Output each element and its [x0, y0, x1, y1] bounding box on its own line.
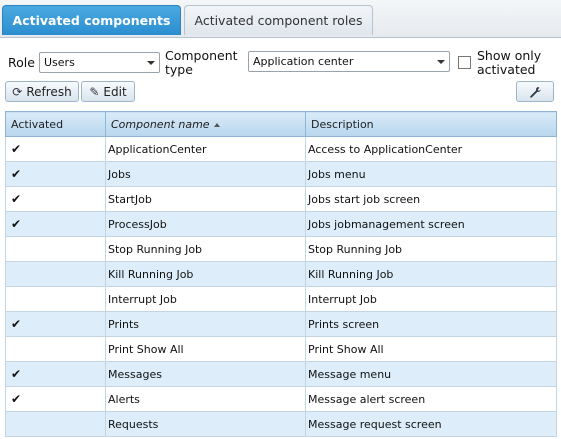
role-select[interactable]: Users [39, 52, 160, 73]
component-type-label-line2: type [165, 62, 193, 77]
description-cell: Jobs jobmanagement screen [305, 211, 557, 237]
table-row[interactable]: ✔ StartJob Jobs start job screen [5, 186, 557, 212]
component-name-cell: Requests [105, 411, 306, 437]
chevron-down-icon [437, 60, 445, 64]
checkmark-icon: ✔ [11, 142, 22, 156]
component-name-cell: Messages [105, 361, 306, 387]
pencil-icon: ✎ [89, 84, 100, 99]
activated-cell: ✔ [5, 136, 106, 162]
activated-cell [5, 236, 106, 262]
component-name-cell: Interrupt Job [105, 286, 306, 312]
sort-ascending-icon [213, 122, 220, 127]
table-row[interactable]: ✔ ApplicationCenter Access to ApplicationC… [5, 136, 557, 162]
component-name-cell: Stop Running Job [105, 236, 306, 262]
component-name-cell: Kill Running Job [105, 261, 306, 287]
component-name-cell: Prints [105, 311, 306, 337]
activated-cell [5, 411, 106, 437]
checkmark-icon: ✔ [11, 217, 22, 231]
components-grid: Activated Component name Description ✔ Ap… [5, 111, 557, 437]
activated-cell: ✔ [5, 161, 106, 187]
description-cell: Kill Running Job [305, 261, 557, 287]
description-cell: Interrupt Job [305, 286, 557, 312]
description-cell: Access to ApplicationCenter [305, 136, 557, 162]
component-name-cell: StartJob [105, 186, 306, 212]
edit-button-label: Edit [103, 84, 127, 99]
tab-activated-component-roles[interactable]: Activated component roles [184, 5, 373, 35]
component-type-select-value: Application center [253, 55, 354, 68]
column-header-description-label: Description [311, 117, 374, 131]
column-header-component-name-label: Component name [111, 117, 210, 131]
wrench-icon [530, 86, 541, 98]
table-row[interactable]: ✔ Jobs Jobs menu [5, 161, 557, 187]
column-header-description[interactable]: Description [305, 111, 557, 137]
show-only-activated-checkbox[interactable] [458, 56, 471, 69]
component-name-cell: Print Show All [105, 336, 306, 362]
activated-cell: ✔ [5, 186, 106, 212]
description-cell: Jobs start job screen [305, 186, 557, 212]
tab-activated-components[interactable]: Activated components [2, 5, 181, 35]
activated-cell [5, 261, 106, 287]
column-header-activated-label: Activated [11, 117, 64, 131]
table-row[interactable]: Interrupt Job Interrupt Job [5, 286, 557, 312]
settings-button[interactable] [516, 81, 554, 102]
checkmark-icon: ✔ [11, 192, 22, 206]
refresh-button[interactable]: ⟳ Refresh [5, 81, 79, 102]
description-cell: Message menu [305, 361, 557, 387]
table-row[interactable]: Requests Message request screen [5, 411, 557, 437]
show-only-label-line2: activated [477, 62, 536, 77]
component-name-cell: ApplicationCenter [105, 136, 306, 162]
role-select-value: Users [44, 56, 75, 69]
checkmark-icon: ✔ [11, 167, 22, 181]
table-row[interactable]: ✔ Prints Prints screen [5, 311, 557, 337]
table-row[interactable]: ✔ ProcessJob Jobs jobmanagement screen [5, 211, 557, 237]
role-label: Role [8, 55, 35, 70]
activated-cell [5, 286, 106, 312]
refresh-button-label: Refresh [26, 84, 72, 99]
column-header-activated[interactable]: Activated [5, 111, 106, 137]
description-cell: Jobs menu [305, 161, 557, 187]
show-only-label-line1: Show only [477, 48, 542, 63]
table-row[interactable]: Kill Running Job Kill Running Job [5, 261, 557, 287]
edit-button[interactable]: ✎ Edit [81, 81, 135, 102]
description-cell: Print Show All [305, 336, 557, 362]
table-row[interactable]: ✔ Alerts Message alert screen [5, 386, 557, 412]
checkmark-icon: ✔ [11, 392, 22, 406]
component-type-label-line1: Component [165, 48, 238, 63]
checkmark-icon: ✔ [11, 367, 22, 381]
table-row[interactable]: ✔ Messages Message menu [5, 361, 557, 387]
column-header-component-name[interactable]: Component name [105, 111, 306, 137]
description-cell: Stop Running Job [305, 236, 557, 262]
activated-cell: ✔ [5, 386, 106, 412]
component-name-cell: ProcessJob [105, 211, 306, 237]
table-row[interactable]: Print Show All Print Show All [5, 336, 557, 362]
checkmark-icon: ✔ [11, 317, 22, 331]
activated-cell [5, 336, 106, 362]
description-cell: Message request screen [305, 411, 557, 437]
grid-header-row: Activated Component name Description [5, 111, 557, 137]
description-cell: Message alert screen [305, 386, 557, 412]
activated-cell: ✔ [5, 311, 106, 337]
chevron-down-icon [147, 61, 155, 65]
activated-cell: ✔ [5, 211, 106, 237]
description-cell: Prints screen [305, 311, 557, 337]
refresh-icon: ⟳ [12, 84, 23, 99]
component-type-select[interactable]: Application center [248, 51, 450, 72]
table-row[interactable]: Stop Running Job Stop Running Job [5, 236, 557, 262]
component-name-cell: Jobs [105, 161, 306, 187]
component-name-cell: Alerts [105, 386, 306, 412]
activated-cell: ✔ [5, 361, 106, 387]
tab-bar: Activated components Activated component… [0, 0, 561, 38]
